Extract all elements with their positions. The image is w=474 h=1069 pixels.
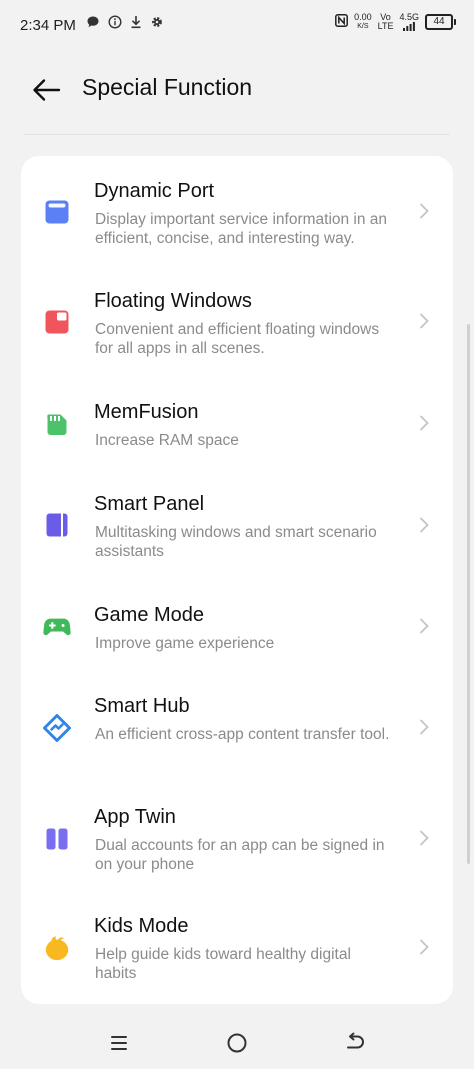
status-time: 2:34 PM: [20, 17, 76, 34]
volte-indicator: Vo LTE: [377, 12, 394, 31]
list-item-memfusion[interactable]: MemFusion Increase RAM space: [21, 376, 453, 468]
divider: [24, 134, 450, 135]
recent-apps-button[interactable]: [104, 1028, 134, 1058]
item-description: Help guide kids toward healthy digital h…: [95, 946, 351, 982]
back-button[interactable]: [24, 68, 68, 112]
item-title: Floating Windows: [94, 290, 252, 312]
list-item-smart-panel[interactable]: Smart Panel Multitasking windows and sma…: [21, 468, 453, 578]
smart-hub-icon: [43, 714, 71, 742]
item-title: Kids Mode: [94, 915, 189, 937]
battery-icon: 44: [425, 14, 456, 30]
item-title: Smart Hub: [94, 695, 190, 717]
app-twin-icon: [43, 825, 71, 853]
scrollbar[interactable]: [467, 324, 470, 864]
chevron-right-icon: [417, 718, 431, 736]
back-arrow-icon: [33, 79, 61, 101]
back-return-icon: [347, 1032, 364, 1049]
feature-list-card: Dynamic Port Display important service i…: [21, 156, 453, 1004]
page-title: Special Function: [82, 74, 253, 100]
home-button[interactable]: [222, 1028, 252, 1058]
home-circle-icon: [227, 1033, 247, 1053]
chevron-right-icon: [417, 938, 431, 956]
navigation-bar: [0, 1012, 474, 1069]
chevron-right-icon: [417, 312, 431, 330]
item-description: Display important service information in…: [95, 211, 388, 247]
item-title: Smart Panel: [94, 493, 205, 515]
side-panel-icon: [43, 511, 71, 539]
signal-indicator: 4.5G: [399, 13, 419, 31]
chevron-right-icon: [417, 202, 431, 220]
system-status-icons: 0.00 K/S Vo LTE 4.5G 44: [335, 13, 456, 31]
menu-lines-icon: [111, 1036, 127, 1050]
item-description: An efficient cross-app content transfer …: [95, 726, 390, 743]
nfc-icon: [335, 14, 349, 30]
chevron-right-icon: [417, 516, 431, 534]
floating-windows-icon: [43, 308, 71, 336]
download-icon: [130, 15, 142, 33]
list-item-app-twin[interactable]: App Twin Dual accounts for an app can be…: [21, 780, 453, 890]
item-description: Multitasking windows and smart scenario …: [95, 524, 377, 560]
network-speed: 0.00 K/S: [354, 12, 372, 31]
chat-notification-icon: [86, 15, 100, 33]
list-item-game-mode[interactable]: Game Mode Improve game experience: [21, 578, 453, 670]
list-item-smart-hub[interactable]: Smart Hub An efficient cross-app content…: [21, 670, 453, 780]
item-description: Convenient and efficient floating window…: [95, 321, 380, 357]
item-description: Improve game experience: [95, 635, 275, 652]
chevron-right-icon: [417, 414, 431, 432]
item-title: App Twin: [94, 806, 176, 828]
battery-level: 44: [433, 16, 445, 27]
settings-gear-icon: [150, 15, 164, 33]
notification-icons: [86, 15, 164, 33]
list-item-kids-mode[interactable]: Kids Mode Help guide kids toward healthy…: [21, 890, 453, 1004]
item-title: MemFusion: [94, 401, 199, 423]
dynamic-port-icon: [43, 198, 71, 226]
back-nav-button[interactable]: [340, 1028, 370, 1058]
signal-bars-icon: [403, 22, 416, 31]
item-description: Increase RAM space: [95, 432, 239, 449]
item-title: Dynamic Port: [94, 180, 215, 202]
list-item-dynamic-port[interactable]: Dynamic Port Display important service i…: [21, 156, 453, 266]
item-description: Dual accounts for an app can be signed i…: [95, 837, 385, 873]
gamepad-icon: [43, 613, 71, 641]
chevron-right-icon: [417, 617, 431, 635]
item-title: Game Mode: [94, 604, 205, 626]
status-bar: 2:34 PM 0.00 K/S Vo LTE 4.5G 44: [0, 0, 474, 50]
list-item-floating-windows[interactable]: Floating Windows Convenient and efficien…: [21, 266, 453, 376]
info-icon: [108, 15, 122, 33]
memory-card-icon: [43, 410, 71, 438]
kids-mode-icon: [43, 934, 71, 962]
page-header: Special Function: [0, 60, 474, 120]
chevron-right-icon: [417, 829, 431, 847]
